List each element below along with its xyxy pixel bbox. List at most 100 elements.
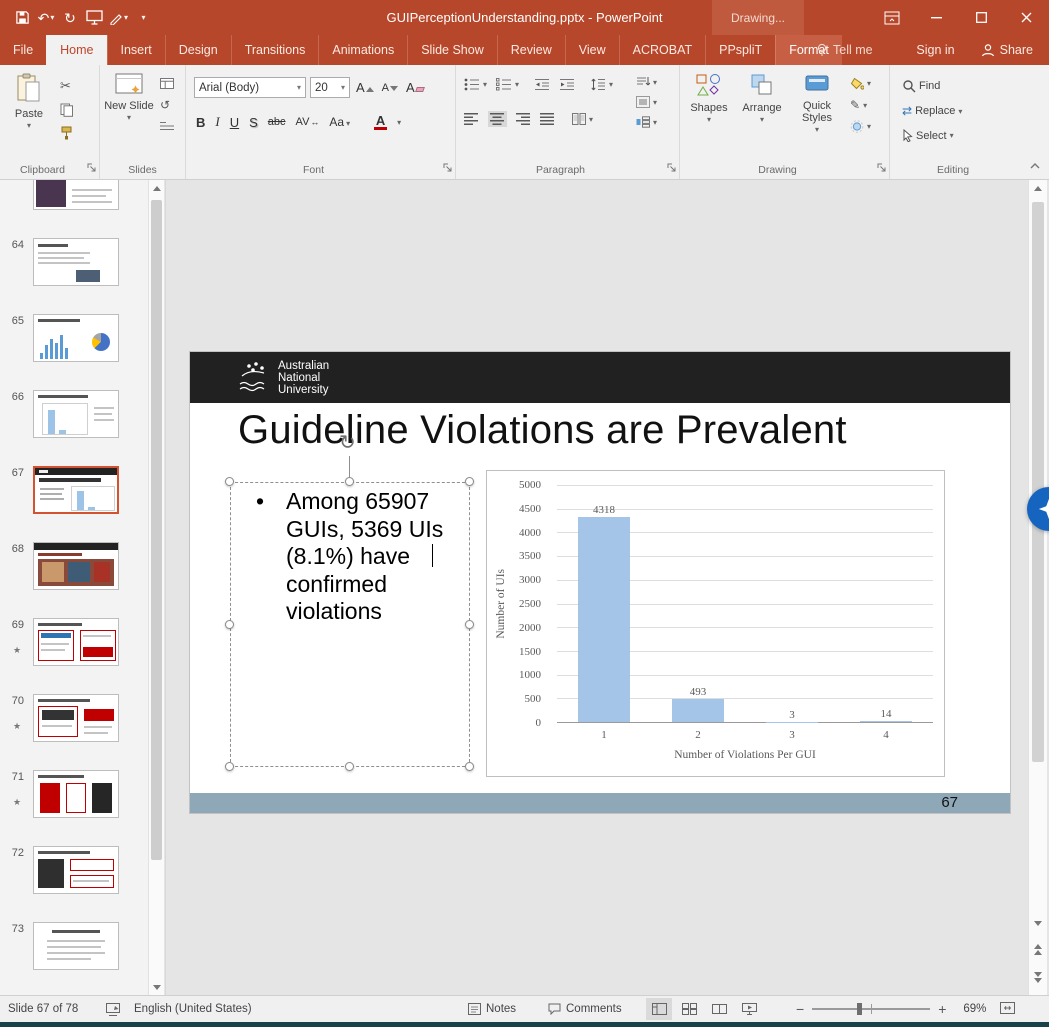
shape-fill-button[interactable]: ▾	[850, 77, 871, 90]
drawing-dialog-launcher[interactable]	[877, 161, 886, 175]
zoom-out-button[interactable]: −	[796, 1001, 804, 1017]
share-button[interactable]: Share	[981, 43, 1033, 57]
tab-view[interactable]: View	[565, 35, 619, 65]
resize-handle-s[interactable]	[345, 762, 354, 771]
text-shadow-button[interactable]: S	[249, 115, 258, 130]
fit-to-window-button[interactable]	[1000, 1002, 1015, 1017]
font-color-button[interactable]: A	[374, 115, 387, 130]
replace-button[interactable]: ⇄Replace▾	[902, 104, 962, 118]
zoom-in-button[interactable]: +	[938, 1001, 946, 1017]
paste-button-big[interactable]: Paste▾	[6, 73, 52, 132]
shape-effects-button[interactable]: ▾	[850, 120, 871, 133]
clear-formatting-button[interactable]: A	[406, 80, 424, 95]
font-name-select[interactable]: Arial (Body)▾	[194, 77, 306, 98]
copy-button[interactable]	[60, 103, 74, 117]
slide-thumbnail-68[interactable]	[33, 542, 119, 590]
align-text-button[interactable]: ▾	[636, 96, 657, 108]
grow-font-button[interactable]: A	[356, 80, 374, 95]
find-button[interactable]: Find	[902, 79, 962, 93]
previous-slide-button[interactable]	[1029, 939, 1047, 959]
slide-thumbnail-67-selected[interactable]	[33, 466, 119, 514]
numbering-button[interactable]: ▾	[496, 78, 519, 91]
slideshow-view-button[interactable]	[736, 998, 762, 1020]
slide-thumbnail-70[interactable]	[33, 694, 119, 742]
new-slide-button[interactable]: New Slide▾	[104, 73, 154, 124]
decrease-indent-button[interactable]	[534, 78, 550, 91]
strikethrough-button[interactable]: abc	[268, 116, 286, 128]
canvas-scroll-down-button[interactable]	[1029, 915, 1047, 931]
clipboard-dialog-launcher[interactable]	[87, 161, 96, 175]
slide-sorter-view-button[interactable]	[676, 998, 702, 1020]
paragraph-dialog-launcher[interactable]	[667, 161, 676, 175]
tab-animations[interactable]: Animations	[318, 35, 407, 65]
slide-thumbnail-73[interactable]	[33, 922, 119, 970]
bar-chart[interactable]: Number of UIs 05001000150020002500300035…	[486, 470, 945, 777]
change-case-button[interactable]: Aa▾	[329, 115, 350, 129]
arrange-button[interactable]: Arrange▾	[738, 73, 786, 126]
reset-slide-button[interactable]: ↺	[160, 98, 174, 112]
thumb-scroll-up-button[interactable]	[149, 180, 164, 196]
tab-insert[interactable]: Insert	[107, 35, 165, 65]
italic-button[interactable]: I	[215, 114, 219, 130]
resize-handle-e[interactable]	[465, 620, 474, 629]
minimize-button[interactable]	[914, 0, 959, 35]
resize-handle-nw[interactable]	[225, 477, 234, 486]
shape-outline-button[interactable]: ✎▾	[850, 98, 871, 112]
format-painter-button[interactable]	[60, 126, 74, 140]
bullets-button[interactable]: ▾	[464, 78, 487, 91]
resize-handle-w[interactable]	[225, 620, 234, 629]
justify-button[interactable]	[540, 113, 555, 125]
text-direction-button[interactable]: ▾	[636, 76, 657, 88]
next-slide-button[interactable]	[1029, 967, 1047, 987]
slide-thumbnail-71[interactable]	[33, 770, 119, 818]
tell-me-box[interactable]: Tell me	[816, 35, 873, 65]
rotate-handle-icon[interactable]: ↻	[339, 430, 356, 455]
start-slideshow-button[interactable]	[82, 0, 106, 35]
resize-handle-ne[interactable]	[465, 477, 474, 486]
slide-thumbnail-partial[interactable]	[33, 180, 119, 210]
thumbnail-scrollbar[interactable]	[148, 180, 164, 995]
notes-button[interactable]: Notes	[468, 996, 516, 1022]
font-dialog-launcher[interactable]	[443, 161, 452, 175]
tab-acrobat[interactable]: ACROBAT	[619, 35, 706, 65]
slide-thumbnail-72[interactable]	[33, 846, 119, 894]
zoom-slider[interactable]	[812, 999, 930, 1019]
slide-thumbnail-64[interactable]	[33, 238, 119, 286]
canvas-scrollbar-thumb[interactable]	[1032, 202, 1044, 762]
slide-layout-button[interactable]	[160, 78, 174, 89]
status-indicator-button[interactable]	[106, 996, 121, 1022]
columns-button[interactable]: ▾	[572, 113, 593, 125]
slide-thumbnail-69[interactable]	[33, 618, 119, 666]
resize-handle-n[interactable]	[345, 477, 354, 486]
increase-indent-button[interactable]	[559, 78, 575, 91]
undo-button[interactable]: ↶ ▾	[34, 0, 58, 35]
save-button[interactable]	[10, 0, 34, 35]
slide-counter[interactable]: Slide 67 of 78	[8, 996, 78, 1022]
zoom-percentage[interactable]: 69%	[954, 1003, 986, 1015]
resize-handle-se[interactable]	[465, 762, 474, 771]
maximize-button[interactable]	[959, 0, 1004, 35]
font-size-select[interactable]: 20▾	[310, 77, 350, 98]
comments-button[interactable]: Comments	[548, 996, 622, 1022]
tab-slide-show[interactable]: Slide Show	[407, 35, 497, 65]
shapes-button[interactable]: Shapes▾	[684, 73, 734, 126]
pen-mode-button[interactable]: ▾	[106, 0, 131, 35]
character-spacing-button[interactable]: AV↔	[296, 116, 320, 128]
section-button[interactable]	[160, 121, 174, 131]
quick-styles-button[interactable]: Quick Styles▾	[790, 73, 844, 136]
thumb-scroll-down-button[interactable]	[149, 979, 164, 995]
cut-button[interactable]: ✂	[60, 78, 74, 94]
align-left-button[interactable]	[464, 113, 479, 125]
canvas-scroll-up-button[interactable]	[1029, 180, 1047, 196]
align-right-button[interactable]	[516, 113, 531, 125]
slide-thumbnail-66[interactable]	[33, 390, 119, 438]
select-button[interactable]: Select▾	[902, 129, 962, 142]
slide-editor[interactable]: Australian National University Guideline…	[190, 352, 1010, 813]
ribbon-display-options-button[interactable]	[869, 0, 914, 35]
tab-review[interactable]: Review	[497, 35, 565, 65]
bold-button[interactable]: B	[196, 115, 205, 130]
normal-view-button[interactable]	[646, 998, 672, 1020]
slide-thumbnail-65[interactable]	[33, 314, 119, 362]
tab-design[interactable]: Design	[165, 35, 231, 65]
tab-file[interactable]: File	[0, 35, 46, 65]
